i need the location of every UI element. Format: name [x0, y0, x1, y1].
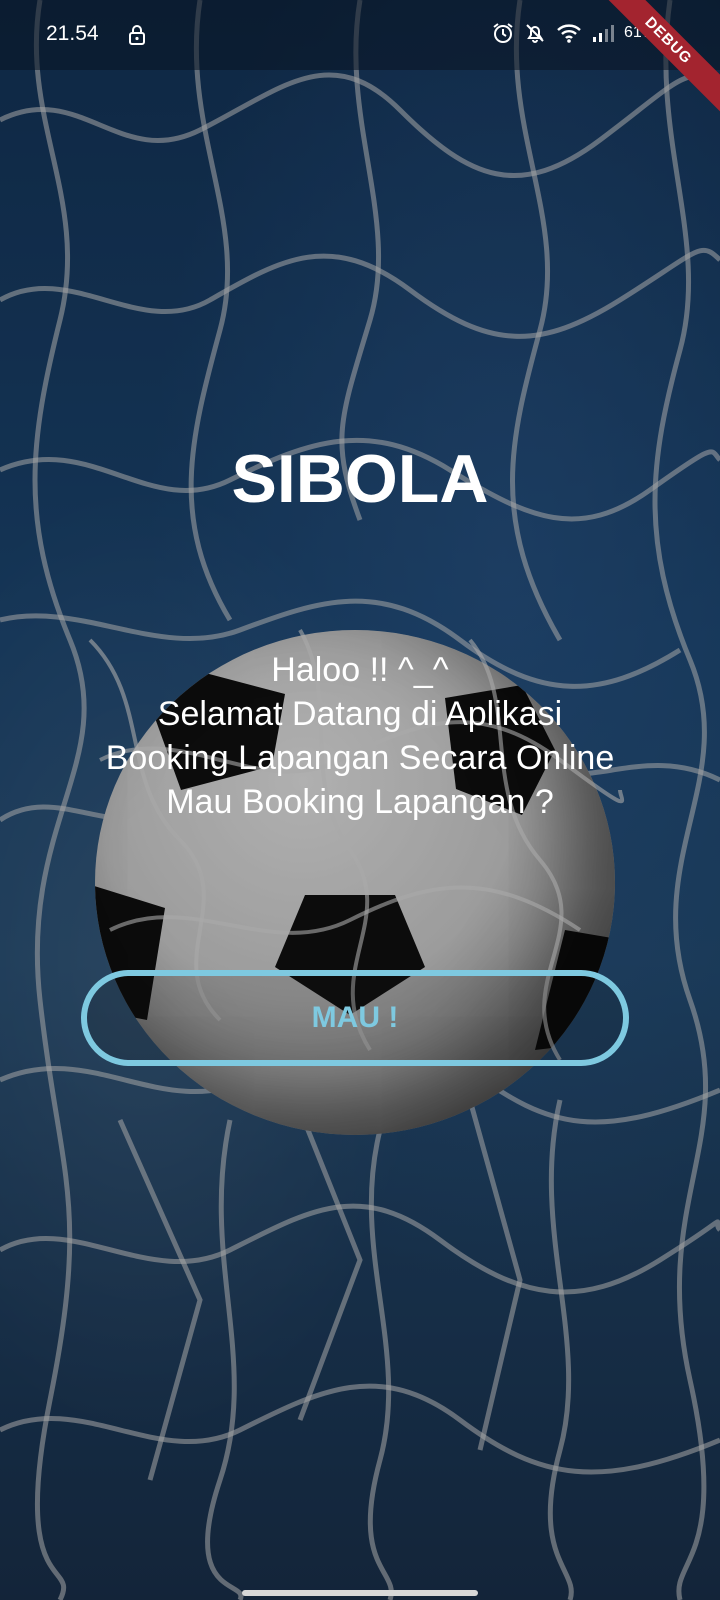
signal-icon — [592, 25, 614, 42]
status-bar: 21.54 61% — [0, 0, 720, 70]
wifi-icon — [557, 24, 581, 43]
mau-button-label: MAU ! — [311, 1001, 399, 1034]
alarm-icon — [493, 23, 513, 43]
welcome-line: Selamat Datang di Aplikasi — [157, 695, 563, 733]
welcome-line: Haloo !! ^_^ — [271, 651, 449, 689]
welcome-line: Mau Booking Lapangan ? — [166, 783, 554, 821]
status-time: 21.54 — [46, 22, 99, 45]
mau-button[interactable]: MAU ! — [81, 970, 629, 1066]
welcome-line: Booking Lapangan Secara Online — [105, 739, 615, 777]
lock-icon — [129, 25, 145, 45]
status-icons: 61% — [492, 22, 656, 44]
bell-off-icon — [526, 24, 544, 43]
app-title: SIBOLA — [231, 441, 489, 517]
home-indicator[interactable] — [242, 1590, 478, 1596]
welcome-message: Haloo !! ^_^ Selamat Datang di Aplikasi … — [0, 648, 720, 824]
